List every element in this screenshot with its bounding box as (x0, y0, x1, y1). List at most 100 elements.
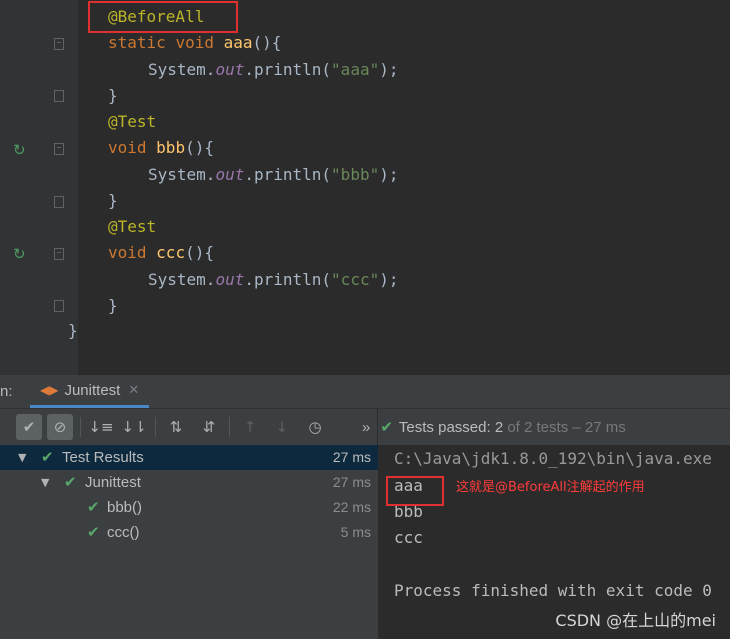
keyword-token: static (108, 33, 166, 52)
chevron-down-icon[interactable]: ▼ (41, 470, 49, 495)
code-punct: (){ (185, 138, 214, 157)
code-punct: (){ (185, 243, 214, 262)
tree-row-bbb[interactable]: ✔ bbb() 22 ms (0, 495, 378, 520)
tree-item-label: ccc() (107, 524, 140, 541)
status-detail: of 2 tests – 27 ms (507, 419, 626, 436)
fold-marker-icon[interactable] (54, 38, 64, 50)
fold-marker-icon[interactable] (54, 248, 64, 260)
tree-row-ccc[interactable]: ✔ ccc() 5 ms (0, 520, 378, 545)
string-literal: "bbb" (331, 165, 380, 184)
code-token: .println( (244, 165, 332, 184)
keyword-token: void (108, 138, 147, 157)
passed-check-icon: ✔ (87, 498, 100, 516)
annotation-note: 这就是@BeforeAll注解起的作用 (456, 480, 645, 495)
annotation-token: @Test (108, 112, 157, 131)
editor-gutter (0, 0, 78, 375)
show-passed-check-icon[interactable]: ✔ (16, 414, 42, 440)
code-line: } (68, 318, 78, 344)
tree-item-label: bbb() (107, 499, 143, 516)
code-line: } (108, 83, 118, 109)
highlight-box-beforeall (88, 1, 238, 33)
chevron-down-icon[interactable]: ▼ (18, 445, 26, 470)
code-punct: } (108, 191, 118, 210)
static-field-token: out (215, 270, 245, 289)
passed-check-icon: ✔ (87, 523, 100, 541)
fold-end-icon[interactable] (54, 90, 64, 102)
code-token: .println( (244, 60, 332, 79)
code-line: System.out.println("aaa"); (148, 57, 398, 83)
annotation-token: @Test (108, 217, 157, 236)
previous-failed-icon[interactable]: ↑ (237, 414, 263, 440)
passed-check-icon: ✔ (380, 418, 393, 436)
code-editor[interactable]: ↻ ↻ @BeforeAll static void aaa(){ System… (0, 0, 730, 375)
more-chevron-icon[interactable]: » (362, 419, 370, 436)
tree-row-junittest[interactable]: ▼ ✔ Junittest 27 ms (0, 470, 378, 495)
code-line: @Test (108, 109, 156, 135)
code-punct: } (68, 321, 78, 340)
next-failed-icon[interactable]: ↓ (269, 414, 295, 440)
tab-junittest[interactable]: ◀▶ Junittest ✕ (30, 375, 150, 408)
code-punct: ); (379, 270, 399, 289)
collapse-all-icon[interactable]: ⇵ (196, 414, 222, 440)
run-test-gutter-icon[interactable]: ↻ (13, 141, 26, 159)
show-ignored-icon[interactable]: ⊘ (47, 414, 73, 440)
sort-by-duration-icon[interactable]: ↓⇂ (121, 414, 147, 440)
tree-item-label: Junittest (85, 474, 141, 491)
sort-alphabetically-icon[interactable]: ↓≡ (88, 414, 114, 440)
close-icon[interactable]: ✕ (128, 383, 139, 398)
code-line: void ccc(){ (108, 240, 214, 266)
string-literal: "ccc" (331, 270, 380, 289)
code-line: System.out.println("bbb"); (148, 162, 398, 188)
tree-item-time: 27 ms (332, 449, 371, 465)
test-history-clock-icon[interactable]: ◷ (302, 414, 328, 440)
toolbar-separator (229, 417, 230, 437)
test-results-tree: ▼ ✔ Test Results 27 ms ▼ ✔ Junittest 27 … (0, 445, 378, 639)
code-token: System. (148, 60, 216, 79)
code-line: void bbb(){ (108, 135, 214, 161)
code-line: } (108, 188, 118, 214)
tab-label: Junittest (64, 381, 121, 399)
tree-item-time: 5 ms (340, 524, 371, 540)
highlight-box-aaa (386, 476, 444, 506)
test-runner-toolbar: ✔ ⊘ ↓≡ ↓⇂ ⇅ ⇵ ↑ ↓ ◷ (0, 409, 378, 445)
status-count: 2 (494, 419, 504, 436)
run-test-gutter-icon[interactable]: ↻ (13, 245, 26, 263)
code-line: System.out.println("ccc"); (148, 267, 398, 293)
run-label-prefix: n: (0, 383, 13, 400)
code-punct: (){ (252, 33, 282, 52)
run-config-icon: ◀▶ (40, 383, 59, 397)
run-panel-header: n: ◀▶ Junittest ✕ (0, 375, 730, 409)
code-punct: ); (379, 165, 399, 184)
code-token: System. (148, 270, 216, 289)
toolbar-separator (80, 417, 81, 437)
code-line: @Test (108, 214, 156, 240)
tree-row-test-results[interactable]: ▼ ✔ Test Results 27 ms (0, 445, 378, 470)
test-status-bar: » ✔ Tests passed: 2 of 2 tests – 27 ms (362, 409, 626, 445)
fold-end-icon[interactable] (54, 196, 64, 208)
console-output-line: ccc (394, 528, 423, 547)
code-punct: ); (379, 60, 399, 79)
method-name: ccc (156, 243, 186, 262)
expand-all-icon[interactable]: ⇅ (163, 414, 189, 440)
code-punct: } (108, 86, 118, 105)
method-name: aaa (223, 33, 253, 52)
string-literal: "aaa" (331, 60, 380, 79)
static-field-token: out (215, 60, 245, 79)
console-command: C:\Java\jdk1.8.0_192\bin\java.exe (394, 449, 712, 468)
code-token: .println( (244, 270, 332, 289)
tree-item-label: Test Results (62, 449, 144, 466)
keyword-token: void (108, 243, 147, 262)
fold-end-icon[interactable] (54, 300, 64, 312)
watermark: CSDN @在上山的mei (555, 611, 716, 630)
toolbar-separator (155, 417, 156, 437)
code-line: static void aaa(){ (108, 30, 281, 56)
code-token: System. (148, 165, 216, 184)
code-line: } (108, 293, 118, 319)
passed-check-icon: ✔ (41, 448, 54, 466)
tree-item-time: 22 ms (332, 499, 371, 515)
keyword-token: void (175, 33, 214, 52)
status-label: Tests passed: (398, 419, 491, 436)
static-field-token: out (215, 165, 245, 184)
tree-item-time: 27 ms (332, 474, 371, 490)
fold-marker-icon[interactable] (54, 143, 64, 155)
